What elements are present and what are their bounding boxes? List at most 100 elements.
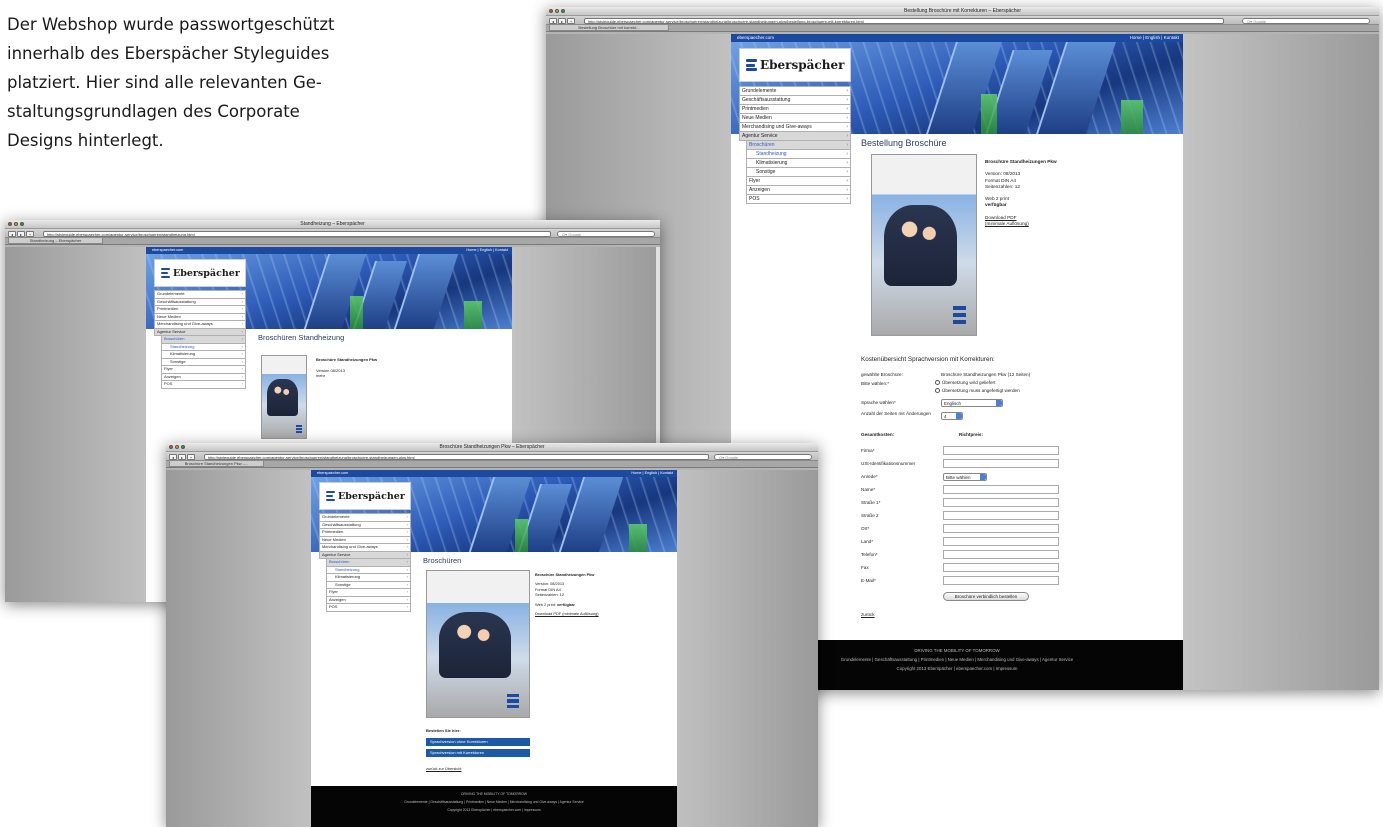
nav-item-agentur-service[interactable]: Agentur Service <box>739 132 851 141</box>
back-link[interactable]: zurück <box>861 612 875 617</box>
search-field[interactable]: Q▾ Google <box>557 230 655 237</box>
nav-item-broschueren[interactable]: Broschüren <box>161 336 246 344</box>
download-pdf-link[interactable]: Download PDF (minimale Auflösung) <box>535 611 663 616</box>
nav-item-flyer[interactable]: Flyer <box>161 366 246 374</box>
field-label: Firma* <box>861 448 875 453</box>
nav-item-broschueren[interactable]: Broschüren <box>746 141 851 150</box>
back-button[interactable]: ◂ <box>8 230 16 237</box>
input-ust-id[interactable] <box>943 459 1059 468</box>
nav-item-anzeigen[interactable]: Anzeigen <box>161 373 246 381</box>
site-domain: eberspaecher.com <box>737 35 775 40</box>
input-email[interactable] <box>943 576 1059 585</box>
back-to-overview-link[interactable]: zurück zur Übersicht <box>426 766 461 771</box>
nav-item-standheizung[interactable]: Standheizung <box>326 566 411 574</box>
input-land[interactable] <box>943 537 1059 546</box>
nav-item-anzeigen[interactable]: Anzeigen <box>326 596 411 604</box>
nav-item-agentur-service[interactable]: Agentur Service <box>319 551 411 559</box>
input-telefon[interactable] <box>943 550 1059 559</box>
nav-item-standheizung[interactable]: Standheizung <box>161 343 246 351</box>
nav-item-sonstige[interactable]: Sonstige <box>326 581 411 589</box>
logo[interactable]: Eberspächer <box>739 48 851 82</box>
nav-item-merchandising[interactable]: Merchandising und Give-aways <box>319 544 411 552</box>
input-strasse-2[interactable] <box>943 511 1059 520</box>
radio-translation-delivered[interactable]: Übersetzung wird geliefert <box>935 380 995 386</box>
nav-item-neue-medien[interactable]: Neue Medien <box>739 114 851 123</box>
browser-tab[interactable]: Bestellung Broschüre mit korrekt... <box>549 25 669 31</box>
order-submit-button[interactable]: Broschüre verbindlich bestellen <box>943 592 1029 601</box>
browser-tab[interactable]: Standheizung – Eberspächer <box>8 238 103 244</box>
input-ort[interactable] <box>943 524 1059 533</box>
add-bookmark-button[interactable]: + <box>567 17 575 24</box>
nav-item-flyer[interactable]: Flyer <box>746 177 851 186</box>
input-name[interactable] <box>943 485 1059 494</box>
nav-item-klimatisierung[interactable]: Klimatisierung <box>326 574 411 582</box>
styleguide-page: eberspaecher.com Home | English | Kontak… <box>311 470 677 827</box>
nav-item-printmedien[interactable]: Printmedien <box>154 306 246 314</box>
pages-select[interactable]: 4 <box>941 412 963 420</box>
language-select[interactable]: Englisch <box>941 399 1003 407</box>
cost-heading: Kostenübersicht Sprachversion mit Korrek… <box>861 356 995 363</box>
nav-item-flyer[interactable]: Flyer <box>326 589 411 597</box>
back-button[interactable]: ◂ <box>169 453 177 460</box>
product-info: Broschüre Standheizungen Pkw Version: 08… <box>535 572 663 616</box>
nav-item-agentur-service[interactable]: Agentur Service <box>154 328 246 336</box>
sidebar-nav: Grundelemente Geschäftsausstattung Print… <box>154 290 246 389</box>
logo[interactable]: Eberspächer <box>154 259 246 287</box>
nav-item-anzeigen[interactable]: Anzeigen <box>746 186 851 195</box>
address-bar[interactable]: http://styleguide.eberspaecher.com/agent… <box>204 453 709 460</box>
nav-item-grundelemente[interactable]: Grundelemente <box>319 513 411 522</box>
nav-item-sonstige[interactable]: Sonstige <box>161 358 246 366</box>
top-strip: eberspaecher.com Home | English | Kontak… <box>146 247 512 254</box>
forward-button[interactable]: ▸ <box>558 17 566 24</box>
main-content: Broschüren Broschüre Standheizungen Pkw … <box>423 556 667 786</box>
nav-item-neue-medien[interactable]: Neue Medien <box>154 313 246 321</box>
logo[interactable]: Eberspächer <box>319 482 411 510</box>
back-button[interactable]: ◂ <box>549 17 557 24</box>
footer-links[interactable]: Grundelemente | Geschäftsausstattung | P… <box>311 798 677 806</box>
nav-item-klimatisierung[interactable]: Klimatisierung <box>161 351 246 359</box>
order-with-corrections-button[interactable]: Sprachversion mit Korrekturen <box>426 749 530 757</box>
nav-item-broschueren[interactable]: Broschüren <box>326 559 411 567</box>
forward-button[interactable]: ▸ <box>17 230 25 237</box>
nav-item-pos[interactable]: POS <box>326 604 411 612</box>
browser-tab[interactable]: Broschüre Standheizungen Pkw –... <box>169 461 264 467</box>
address-bar[interactable]: http://styleguide.eberspaecher.com/agent… <box>43 230 551 237</box>
nav-item-merchandising[interactable]: Merchandising und Give-aways <box>739 123 851 132</box>
top-links[interactable]: Home | English | Kontakt <box>631 470 673 477</box>
nav-item-pos[interactable]: POS <box>161 381 246 389</box>
nav-item-standheizung[interactable]: Standheizung <box>746 150 851 159</box>
nav-item-geschaeftsausstattung[interactable]: Geschäftsausstattung <box>739 96 851 105</box>
nav-item-geschaeftsausstattung[interactable]: Geschäftsausstattung <box>154 298 246 306</box>
search-field[interactable]: Q▾ Google <box>1242 17 1370 24</box>
search-field[interactable]: Q▾ Google <box>714 453 812 460</box>
nav-item-neue-medien[interactable]: Neue Medien <box>319 536 411 544</box>
top-links[interactable]: Home | English | Kontakt <box>466 247 508 254</box>
nav-item-geschaeftsausstattung[interactable]: Geschäftsausstattung <box>319 521 411 529</box>
top-links[interactable]: Home | English | Kontakt <box>1130 34 1179 42</box>
nav-item-grundelemente[interactable]: Grundelemente <box>739 86 851 96</box>
brochure-cover[interactable] <box>871 154 977 336</box>
salutation-select[interactable]: Bitte wählen <box>943 473 987 481</box>
nav-item-grundelemente[interactable]: Grundelemente <box>154 290 246 299</box>
nav-item-sonstige[interactable]: Sonstige <box>746 168 851 177</box>
input-fax[interactable] <box>943 563 1059 572</box>
more-link[interactable]: mehr <box>316 373 486 379</box>
nav-item-merchandising[interactable]: Merchandising und Give-aways <box>154 321 246 329</box>
download-pdf-sub[interactable]: (minimale Auflösung) <box>985 221 1073 227</box>
add-bookmark-button[interactable]: + <box>187 453 195 460</box>
add-bookmark-button[interactable]: + <box>26 230 34 237</box>
input-strasse-1[interactable] <box>943 498 1059 507</box>
nav-item-pos[interactable]: POS <box>746 195 851 204</box>
forward-button[interactable]: ▸ <box>178 453 186 460</box>
nav-item-printmedien[interactable]: Printmedien <box>739 105 851 114</box>
brochure-cover[interactable] <box>261 355 307 439</box>
address-bar[interactable]: http://styleguide.eberspaecher.com/agent… <box>584 17 1224 24</box>
order-without-corrections-button[interactable]: Sprachversion ohne Korrekturen <box>426 738 530 746</box>
radio-translation-needed[interactable]: Übersetzung muss angefertigt werden <box>935 388 1020 394</box>
nav-item-klimatisierung[interactable]: Klimatisierung <box>746 159 851 168</box>
field-label: Land* <box>861 539 874 544</box>
nav-item-printmedien[interactable]: Printmedien <box>319 529 411 537</box>
window-titlebar: Broschüre Standheizungen Pkw – Eberspäch… <box>166 443 818 452</box>
brochure-cover[interactable] <box>426 570 530 718</box>
input-firma[interactable] <box>943 446 1059 455</box>
